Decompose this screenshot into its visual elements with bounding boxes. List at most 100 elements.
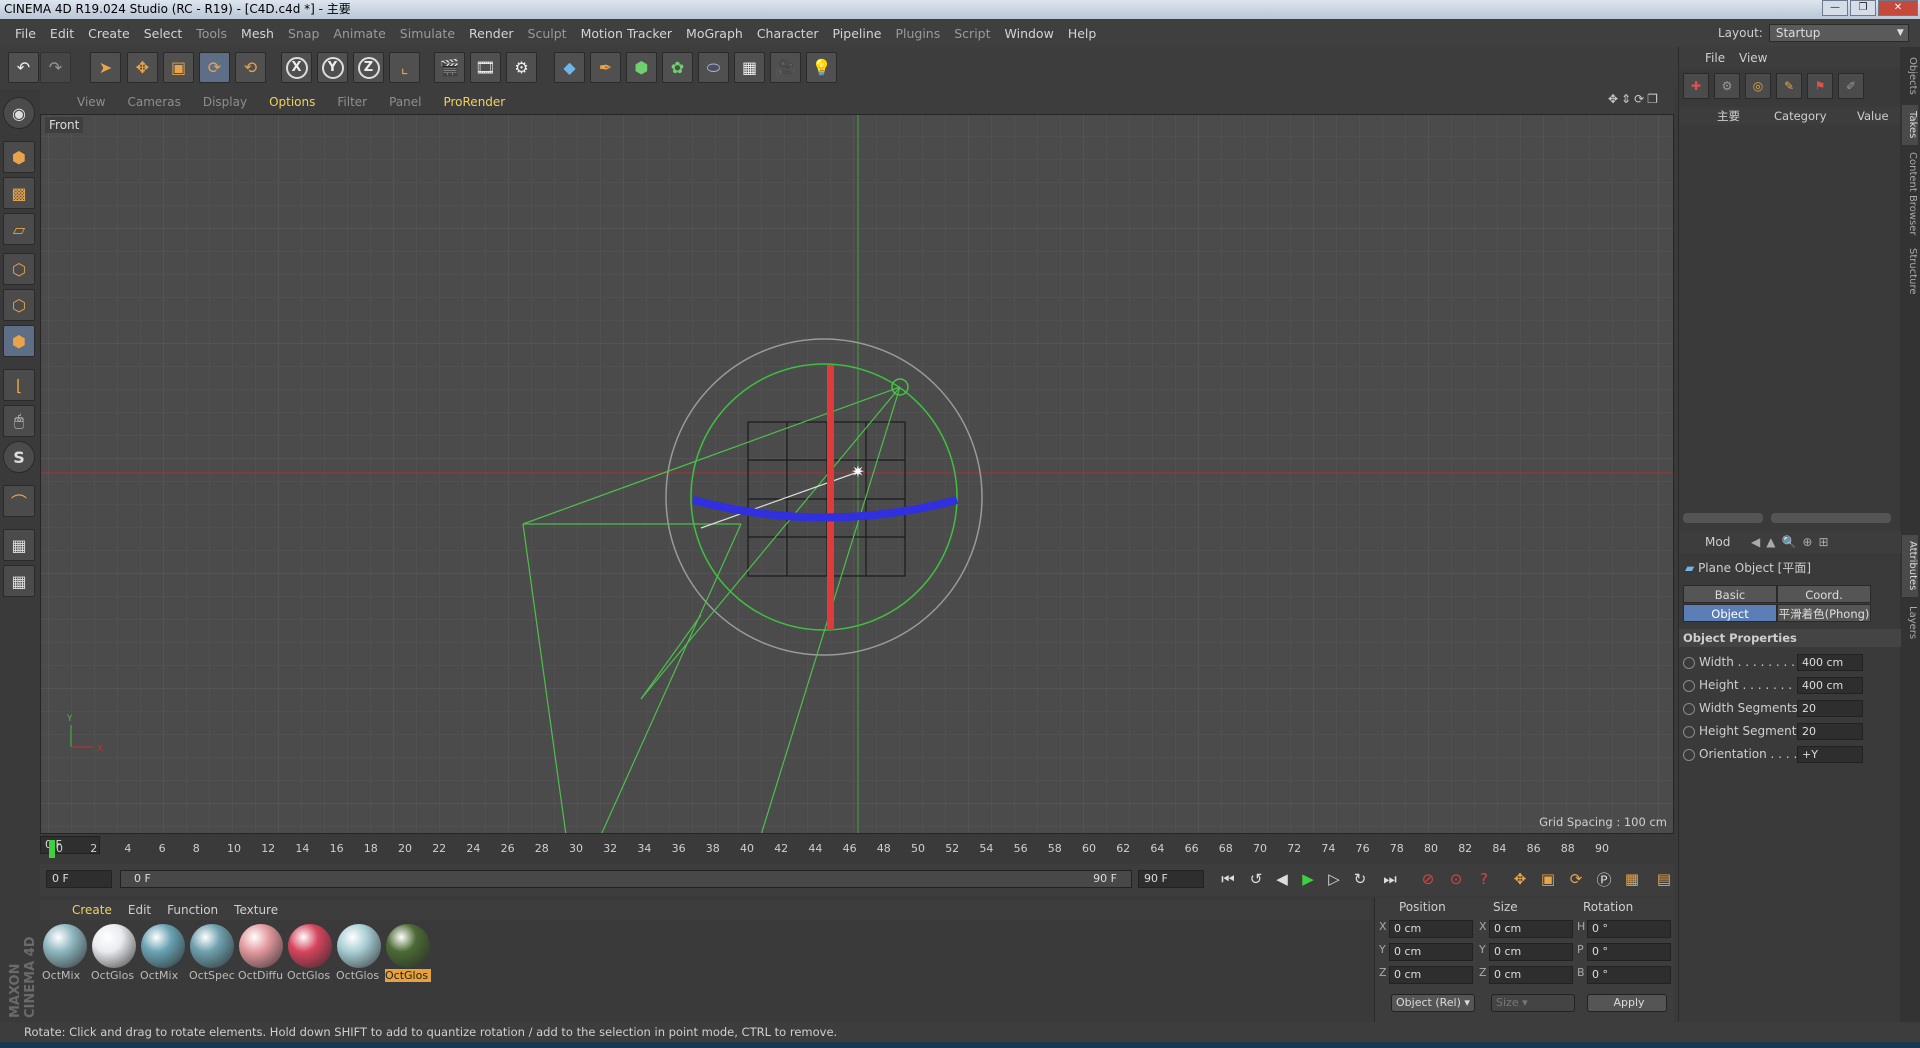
material-menu-function[interactable]: Function bbox=[159, 903, 226, 917]
lock-workplane-button[interactable]: ▦ bbox=[3, 529, 35, 561]
snap-button[interactable]: S bbox=[3, 441, 35, 473]
menu-edit[interactable]: Edit bbox=[43, 26, 81, 41]
pen-button[interactable]: ✒ bbox=[590, 52, 621, 83]
close-button[interactable]: ✕ bbox=[1878, 0, 1918, 16]
menu-simulate[interactable]: Simulate bbox=[393, 26, 462, 41]
end-frame-field[interactable]: 90 F bbox=[1138, 870, 1204, 888]
size-field[interactable]: 0 cm bbox=[1489, 920, 1573, 938]
layout-dropdown[interactable]: Startup ▼ bbox=[1768, 24, 1909, 42]
material-swatch[interactable]: OctGlos bbox=[287, 924, 333, 982]
menu-select[interactable]: Select bbox=[137, 26, 190, 41]
maximize-button[interactable]: ❐ bbox=[1850, 0, 1876, 16]
rotation-field[interactable]: 0 ° bbox=[1587, 920, 1671, 938]
coordinate-mode-dropdown[interactable]: Object (Rel) ▾ bbox=[1391, 994, 1475, 1012]
play-button[interactable]: ▶ bbox=[1296, 867, 1320, 891]
start-frame-field[interactable]: 0 F bbox=[46, 870, 112, 888]
material-menu-texture[interactable]: Texture bbox=[226, 903, 286, 917]
property-value-field[interactable]: 20 bbox=[1797, 723, 1863, 740]
key-pla-button[interactable]: ▦ bbox=[1620, 867, 1644, 891]
menu-window[interactable]: Window bbox=[998, 26, 1061, 41]
tab-attributes[interactable]: Attributes bbox=[1902, 535, 1918, 597]
menu-mesh[interactable]: Mesh bbox=[234, 26, 281, 41]
tab-objects[interactable]: Objects bbox=[1902, 51, 1918, 101]
material-swatch[interactable]: OctMix bbox=[42, 924, 88, 982]
tab-content-browser[interactable]: Content Browser bbox=[1902, 149, 1918, 239]
material-swatch[interactable]: OctSpec bbox=[189, 924, 235, 982]
rotation-field[interactable]: 0 ° bbox=[1587, 966, 1671, 984]
autokey-button[interactable]: ⊙ bbox=[1444, 867, 1468, 891]
property-value-field[interactable]: +Y bbox=[1797, 746, 1863, 763]
x-axis-lock-button[interactable]: X bbox=[281, 52, 312, 83]
key-position-button[interactable]: ✥ bbox=[1508, 867, 1532, 891]
tab-structure[interactable]: Structure bbox=[1902, 243, 1918, 299]
objects-view-menu[interactable]: View bbox=[1739, 47, 1767, 69]
override-icon[interactable]: ✐ bbox=[1838, 73, 1864, 99]
coordinate-system-button[interactable]: ⌞ bbox=[389, 52, 420, 83]
menu-motion-tracker[interactable]: Motion Tracker bbox=[574, 26, 679, 41]
undo-button[interactable]: ↶ bbox=[8, 52, 39, 83]
size-field[interactable]: 0 cm bbox=[1489, 943, 1573, 961]
add-object-icon[interactable]: ✚ bbox=[1683, 73, 1709, 99]
position-field[interactable]: 0 cm bbox=[1389, 966, 1473, 984]
size-mode-dropdown[interactable]: Size ▾ bbox=[1491, 994, 1575, 1012]
viewport-nav-icons[interactable]: ✥⇕⟳❐ bbox=[1608, 92, 1661, 106]
size-field[interactable]: 0 cm bbox=[1489, 966, 1573, 984]
redo-button[interactable]: ↷ bbox=[40, 52, 71, 83]
previous-frame-button[interactable]: ◀ bbox=[1270, 867, 1294, 891]
tab-phong[interactable]: 平滑着色(Phong) bbox=[1777, 604, 1871, 622]
right-scrollbar[interactable] bbox=[1771, 513, 1891, 523]
render-view-button[interactable]: 🎬 bbox=[434, 52, 465, 83]
polygons-mode-button[interactable]: ⬢ bbox=[3, 325, 35, 357]
camera-button[interactable]: 🎥 bbox=[770, 52, 801, 83]
attributes-nav-icons[interactable]: ◀▲🔍⊕⊞ bbox=[1751, 531, 1835, 553]
floor-button[interactable]: ▦ bbox=[734, 52, 765, 83]
keyframe-help-button[interactable]: ? bbox=[1472, 867, 1496, 891]
null-object-icon[interactable]: ◎ bbox=[1745, 73, 1771, 99]
light-button[interactable]: 💡 bbox=[806, 52, 837, 83]
property-value-field[interactable]: 400 cm bbox=[1797, 654, 1863, 671]
preview-range-slider[interactable]: 0 F 90 F bbox=[120, 870, 1132, 888]
viewport-menu-view[interactable]: View bbox=[66, 95, 116, 109]
animate-radio[interactable] bbox=[1683, 657, 1695, 669]
material-swatch[interactable]: OctGlos bbox=[91, 924, 137, 982]
render-tag-icon[interactable]: ⚙ bbox=[1714, 73, 1740, 99]
menu-script[interactable]: Script bbox=[947, 26, 997, 41]
apply-button[interactable]: Apply bbox=[1587, 994, 1667, 1012]
tab-basic[interactable]: Basic bbox=[1683, 585, 1777, 603]
planar-workplane-button[interactable]: ▦ bbox=[3, 565, 35, 597]
position-field[interactable]: 0 cm bbox=[1389, 943, 1473, 961]
take-icon[interactable]: ⚑ bbox=[1807, 73, 1833, 99]
animate-radio[interactable] bbox=[1683, 703, 1695, 715]
animate-radio[interactable] bbox=[1683, 749, 1695, 761]
viewport-menu-display[interactable]: Display bbox=[192, 95, 258, 109]
rotation-field[interactable]: 0 ° bbox=[1587, 943, 1671, 961]
material-menu-create[interactable]: Create bbox=[64, 903, 120, 917]
points-mode-button[interactable]: ⬡ bbox=[3, 253, 35, 285]
minimize-button[interactable]: — bbox=[1822, 0, 1848, 16]
model-mode-button[interactable]: ⬢ bbox=[3, 141, 35, 173]
menu-plugins[interactable]: Plugins bbox=[888, 26, 947, 41]
material-menu-edit[interactable]: Edit bbox=[120, 903, 159, 917]
left-scrollbar[interactable] bbox=[1683, 513, 1763, 523]
edges-mode-button[interactable]: ⬡ bbox=[3, 289, 35, 321]
render-picture-viewer-button[interactable]: 🎞 bbox=[470, 52, 501, 83]
menu-character[interactable]: Character bbox=[750, 26, 826, 41]
key-parameter-button[interactable]: Ⓟ bbox=[1592, 867, 1616, 891]
material-swatch[interactable]: OctDiffu bbox=[238, 924, 284, 982]
material-swatch[interactable]: OctGlos bbox=[336, 924, 382, 982]
tab-object[interactable]: Object bbox=[1683, 604, 1777, 622]
menu-create[interactable]: Create bbox=[81, 26, 137, 41]
magnet-button[interactable]: ⌒ bbox=[3, 485, 35, 517]
key-scale-button[interactable]: ▣ bbox=[1536, 867, 1560, 891]
timeline-window-button[interactable]: ▤ bbox=[1652, 867, 1676, 891]
viewport-menu-cameras[interactable]: Cameras bbox=[116, 95, 191, 109]
tab-layers[interactable]: Layers bbox=[1902, 601, 1918, 645]
playhead[interactable] bbox=[49, 840, 55, 858]
timeline[interactable]: 0 2 4 6 8 10 12 14 16 18 20 22 24 26 28 30 32 34 36 38 40 42 4… bbox=[40, 836, 1674, 862]
move-tool-button[interactable]: ✥ bbox=[127, 52, 158, 83]
material-swatch[interactable]: OctGlos bbox=[385, 924, 431, 982]
record-button[interactable]: ⊘ bbox=[1416, 867, 1440, 891]
workplane-button[interactable]: ▱ bbox=[3, 213, 35, 245]
tweak-mode-button[interactable]: 🖱 bbox=[3, 405, 35, 437]
cube-button[interactable]: ◆ bbox=[554, 52, 585, 83]
